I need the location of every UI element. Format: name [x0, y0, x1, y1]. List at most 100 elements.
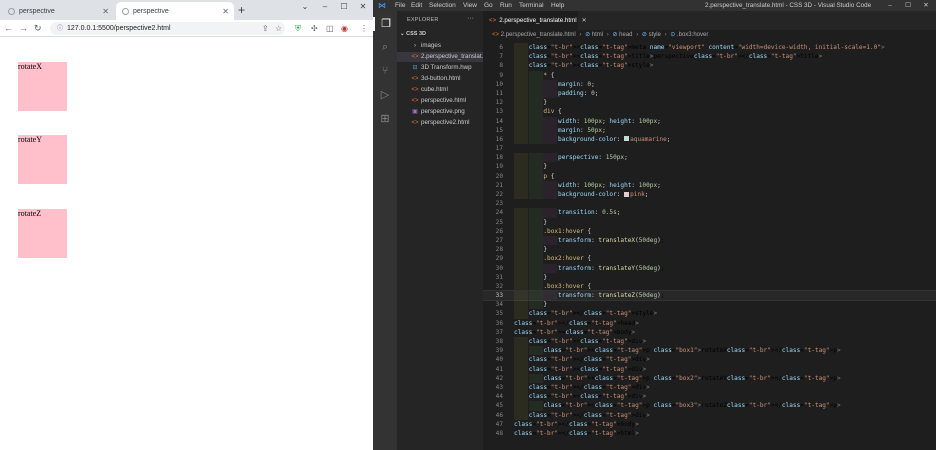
maximize-button[interactable]: ☐ — [901, 0, 915, 11]
code-line[interactable]: 11 padding: 0; — [483, 88, 936, 99]
code-line[interactable]: 23 — [483, 199, 936, 208]
editor-tab[interactable]: <> 2.perspective_translate.html ✕ — [483, 11, 587, 30]
code-line[interactable]: 48 class="t-br"></class="t-tag">html> — [483, 429, 936, 438]
code-line[interactable]: 12 } — [483, 98, 936, 108]
close-tab-icon[interactable]: ✕ — [222, 7, 229, 16]
file-item[interactable]: <> cube.html — [397, 85, 483, 95]
close-tab-icon[interactable]: ✕ — [102, 7, 109, 16]
code-line[interactable]: 18 perspective: 150px; — [483, 153, 936, 163]
code-line[interactable]: 31 } — [483, 272, 936, 282]
code-line[interactable]: 30 transform: translateY(50deg); — [483, 263, 936, 273]
code-line[interactable]: 46 class="t-br"></class="t-tag">div> — [483, 410, 936, 420]
breadcrumb-item[interactable]: head — [619, 32, 632, 38]
back-button[interactable]: ← — [4, 22, 13, 34]
tab-search-icon[interactable]: ⌄ — [296, 0, 314, 14]
code-line[interactable]: 41 class="t-br"><class="t-tag">div> — [483, 364, 936, 374]
code-line[interactable]: 16 background-color: aquamarine; — [483, 134, 936, 145]
code-line[interactable]: 22 background-color: pink; — [483, 190, 936, 200]
code-line[interactable]: 32 .box3:hover { — [483, 281, 936, 292]
code-line[interactable]: 27 transform: translateX(50deg); — [483, 235, 936, 246]
code-line[interactable]: 8 class="t-br"><class="t-tag">style> — [483, 61, 936, 71]
code-line[interactable]: 24 transition: 0.5s; — [483, 208, 936, 218]
minimize-button[interactable]: – — [883, 0, 897, 11]
code-line[interactable]: 38 class="t-br"><class="t-tag">div> — [483, 337, 936, 347]
puzzle-icon[interactable]: ✣ — [311, 23, 318, 34]
menu-run[interactable]: Run — [500, 0, 512, 11]
forward-button[interactable]: → — [19, 22, 28, 34]
search-icon[interactable]: ⌕ — [373, 40, 397, 54]
star-icon[interactable]: ☆ — [275, 23, 282, 34]
profile-icon[interactable]: ◉ — [341, 23, 348, 34]
run-debug-icon[interactable]: ▷ — [373, 88, 397, 102]
file-item[interactable]: <> 3d-button.html — [397, 74, 483, 84]
file-item[interactable]: <> perspective2.html — [397, 118, 483, 128]
code-line[interactable]: 14 width: 100px; height: 100px; — [483, 116, 936, 126]
browser-tab-1[interactable]: perspective ✕ — [2, 2, 114, 20]
shield-extension-icon[interactable]: ⛨ — [295, 23, 301, 34]
code-line[interactable]: 47 class="t-br"></class="t-tag">body> — [483, 420, 936, 429]
breadcrumb-item[interactable]: style — [649, 32, 661, 38]
code-line[interactable]: 45 class="t-br"><class="t-tag">p class="… — [483, 401, 936, 411]
code-line[interactable]: 37 class="t-br"><class="t-tag">body> — [483, 328, 936, 337]
code-line[interactable]: 6 class="t-br"><class="t-tag">meta name=… — [483, 43, 936, 53]
breadcrumb-item[interactable]: html — [592, 32, 603, 38]
menu-help[interactable]: Help — [551, 0, 564, 11]
close-window-button[interactable]: ✕ — [919, 0, 933, 11]
code-line[interactable]: 19 } — [483, 162, 936, 172]
code-line[interactable]: 7 class="t-br"><class="t-tag">title>pers… — [483, 52, 936, 62]
code-line[interactable]: 10 margin: 0; — [483, 79, 936, 89]
code-line[interactable]: 43 class="t-br"></class="t-tag">div> — [483, 382, 936, 393]
explorer-icon[interactable]: ❐ — [373, 17, 397, 31]
menu-view[interactable]: View — [463, 0, 477, 11]
code-line[interactable]: 13 div { — [483, 107, 936, 117]
menu-icon[interactable]: ⋮ — [360, 23, 368, 34]
code-line[interactable]: 33 transform: translateZ(50deg); — [483, 290, 936, 302]
address-bar[interactable]: ⓘ 127.0.0.1:5500/perspective2.html — [50, 22, 285, 35]
code-line[interactable]: 15 margin: 50px; — [483, 125, 936, 135]
info-icon[interactable]: ⓘ — [57, 26, 63, 32]
code-line[interactable]: 29 .box2:hover { — [483, 254, 936, 264]
code-line[interactable]: 35 class="t-br"></class="t-tag">style> — [483, 309, 936, 319]
minimize-button[interactable]: – — [316, 0, 334, 14]
rotate-y-box[interactable]: rotateY — [18, 135, 67, 184]
code-line[interactable]: 40 class="t-br"></class="t-tag">div> — [483, 355, 936, 365]
code-line[interactable]: 44 class="t-br"><class="t-tag">div> — [483, 392, 936, 402]
file-item[interactable]: <> 2.perspective_translat... — [397, 52, 483, 62]
code-line[interactable]: 26 .box1:hover { — [483, 226, 936, 236]
code-line[interactable]: 20 p { — [483, 171, 936, 181]
sidepanel-icon[interactable]: ◫ — [326, 23, 334, 34]
new-tab-button[interactable]: + — [238, 3, 245, 17]
code-line[interactable]: 36 class="t-br"></class="t-tag">head> — [483, 319, 936, 328]
code-line[interactable]: 34 } — [483, 300, 936, 310]
menu-go[interactable]: Go — [484, 0, 493, 11]
maximize-button[interactable]: ☐ — [335, 0, 353, 14]
code-line[interactable]: 9 * { — [483, 70, 936, 80]
menu-terminal[interactable]: Terminal — [519, 0, 544, 11]
source-control-icon[interactable]: ⑂ — [373, 64, 397, 78]
extensions-icon[interactable]: ⊞ — [373, 112, 397, 126]
reload-button[interactable]: ↻ — [34, 22, 42, 34]
browser-tab-2[interactable]: perspective ✕ — [116, 2, 234, 20]
menu-edit[interactable]: Edit — [411, 0, 422, 11]
file-item[interactable]: ⊟ 3D Transform.hwp — [397, 63, 483, 73]
code-line[interactable]: 42 class="t-br"><class="t-tag">p class="… — [483, 373, 936, 383]
code-line[interactable]: 28 } — [483, 245, 936, 255]
file-item[interactable]: ▣ perspective.png — [397, 107, 483, 117]
workspace-folder[interactable]: ⌄ CSS 3D — [400, 31, 426, 37]
rotate-z-box[interactable]: rotateZ — [18, 209, 67, 258]
menu-file[interactable]: File — [395, 0, 405, 11]
close-window-button[interactable]: ✕ — [354, 0, 372, 14]
breadcrumb-item[interactable]: 2.perspective_translate.html — [501, 32, 576, 38]
code-line[interactable]: 17 — [483, 144, 936, 153]
code-line[interactable]: 25 } — [483, 217, 936, 227]
more-actions-icon[interactable]: ··· — [467, 15, 474, 22]
code-line[interactable]: 39 class="t-br"><class="t-tag">p class="… — [483, 346, 936, 356]
share-icon[interactable]: ⇪ — [262, 23, 269, 34]
code-line[interactable]: 21 width: 100px; height: 100px; — [483, 180, 936, 190]
close-tab-icon[interactable]: ✕ — [582, 17, 587, 24]
file-item[interactable]: <> perspective.html — [397, 96, 483, 106]
menu-selection[interactable]: Selection — [429, 0, 456, 11]
rotate-x-box[interactable]: rotateX — [18, 62, 67, 111]
code-editor[interactable]: 6 class="t-br"><class="t-tag">meta name=… — [483, 43, 936, 450]
file-item[interactable]: › images — [397, 41, 483, 51]
